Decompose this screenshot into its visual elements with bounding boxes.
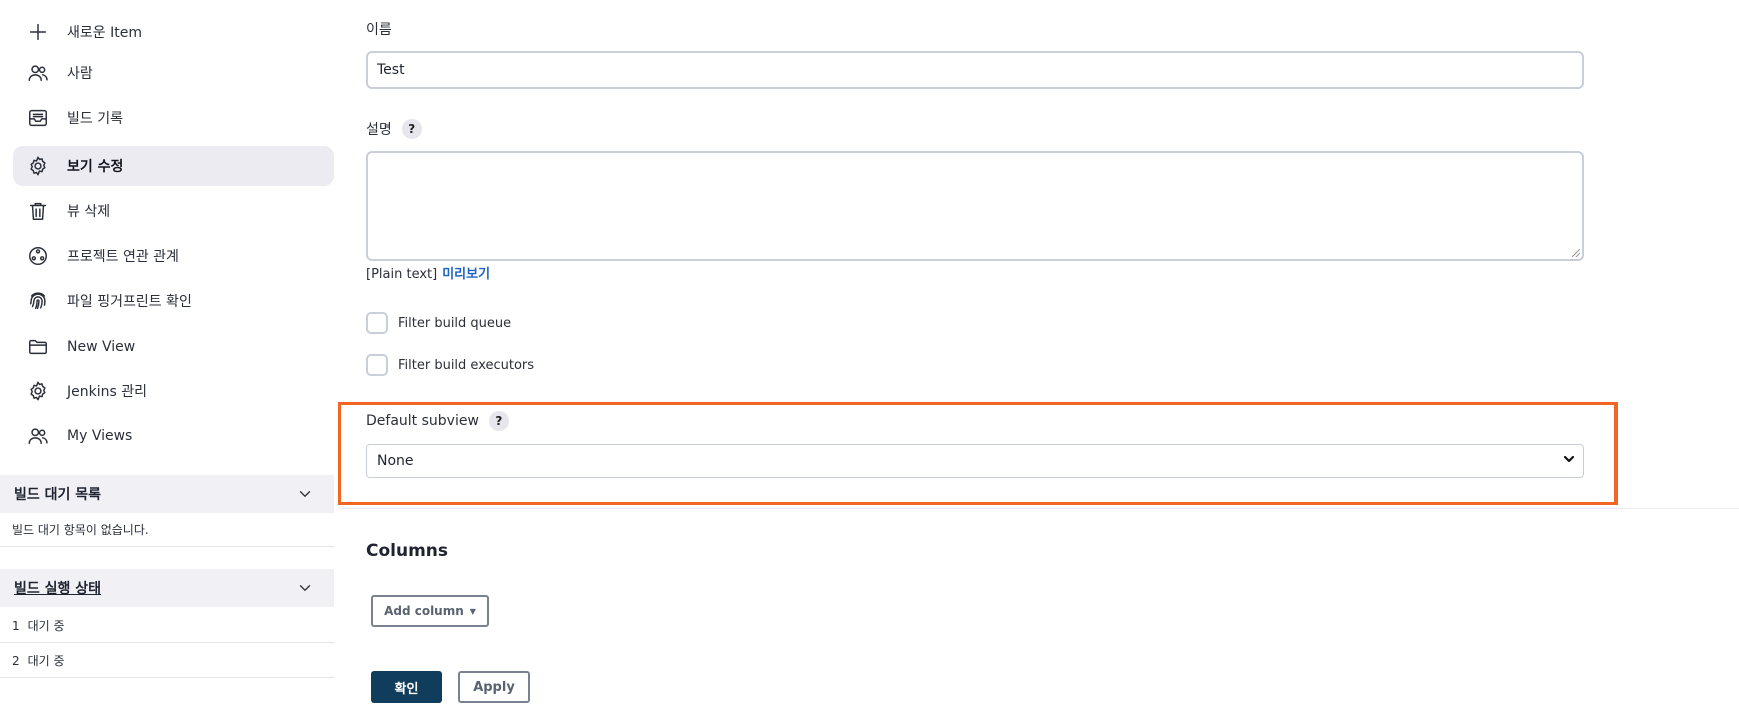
- help-icon[interactable]: ?: [401, 119, 422, 139]
- sidebar-item-my-views[interactable]: My Views: [13, 416, 334, 456]
- sidebar-item-new-item[interactable]: 새로운 Item: [13, 12, 334, 52]
- executor-state: 대기 중: [27, 654, 65, 668]
- preview-link[interactable]: 미리보기: [442, 267, 490, 282]
- people-icon: [27, 425, 49, 447]
- sidebar-item-label: 사람: [67, 66, 93, 82]
- sidebar-item-delete-view[interactable]: 뷰 삭제: [13, 191, 334, 231]
- columns-title: Columns: [366, 541, 449, 561]
- name-label: 이름: [366, 19, 392, 39]
- relationship-icon: [27, 245, 49, 267]
- default-subview-label: Default subview ?: [366, 411, 509, 431]
- chevron-down-icon[interactable]: [296, 485, 314, 503]
- name-field[interactable]: Test: [366, 51, 1584, 89]
- sidebar-item-new-view[interactable]: New View: [13, 327, 334, 367]
- build-queue-empty-text: 빌드 대기 항목이 없습니다.: [12, 523, 149, 537]
- sidebar-item-edit-view[interactable]: 보기 수정: [13, 146, 334, 186]
- filter-build-queue-row: Filter build queue: [366, 312, 511, 334]
- fingerprint-icon: [27, 290, 49, 312]
- add-column-button[interactable]: Add column ▼: [371, 595, 489, 627]
- executor-number: 2: [12, 653, 20, 668]
- sidebar-item-manage-jenkins[interactable]: Jenkins 관리: [13, 371, 334, 411]
- section-divider: [338, 508, 1739, 509]
- sidebar-item-label: 파일 핑거프린트 확인: [67, 294, 192, 310]
- executor-row: 2 대기 중: [0, 644, 334, 678]
- chevron-down-icon[interactable]: [296, 579, 314, 597]
- default-subview-select[interactable]: None: [366, 444, 1584, 478]
- filter-build-executors-row: Filter build executors: [366, 354, 534, 376]
- plus-icon: [27, 21, 49, 43]
- help-icon[interactable]: ?: [488, 411, 509, 431]
- name-label-text: 이름: [366, 22, 392, 38]
- gear-icon: [27, 155, 49, 177]
- sidebar: 새로운 Item 사람 빌드 기록 보기 수정 뷰 삭제 프로젝트 연관 관계: [0, 0, 334, 710]
- gear-icon: [27, 380, 49, 402]
- add-column-label: Add column: [384, 604, 464, 618]
- format-text: [Plain text]: [366, 267, 438, 282]
- sidebar-item-label: Jenkins 관리: [67, 384, 147, 400]
- sidebar-item-label: 새로운 Item: [67, 25, 142, 41]
- sidebar-item-label: My Views: [67, 428, 133, 444]
- sidebar-item-label: 보기 수정: [67, 159, 124, 175]
- sidebar-item-fingerprint[interactable]: 파일 핑거프린트 확인: [13, 281, 334, 321]
- filter-build-executors-checkbox[interactable]: [366, 354, 388, 376]
- sidebar-item-people[interactable]: 사람: [13, 53, 334, 93]
- resize-handle-icon[interactable]: [1572, 249, 1580, 257]
- executor-number: 1: [12, 618, 20, 633]
- sidebar-item-label: 빌드 기록: [67, 111, 123, 127]
- caret-down-icon: ▼: [469, 606, 476, 616]
- sidebar-item-label: New View: [67, 339, 136, 355]
- build-queue-empty: 빌드 대기 항목이 없습니다.: [0, 513, 334, 547]
- filter-build-executors-label: Filter build executors: [398, 357, 535, 373]
- sidebar-item-label: 뷰 삭제: [67, 204, 111, 220]
- filter-build-queue-checkbox[interactable]: [366, 312, 388, 334]
- default-subview-value: None: [377, 453, 414, 469]
- executor-state: 대기 중: [27, 619, 65, 633]
- executor-status-header: 빌드 실행 상태: [0, 569, 334, 607]
- description-label: 설명 ?: [366, 119, 422, 139]
- save-button[interactable]: 확인: [371, 671, 442, 703]
- trash-icon: [27, 200, 49, 222]
- build-queue-title: 빌드 대기 목록: [14, 487, 102, 503]
- chevron-down-icon: [1563, 453, 1575, 469]
- default-subview-label-text: Default subview: [366, 413, 479, 429]
- folder-icon: [27, 336, 49, 358]
- executor-row: 1 대기 중: [0, 609, 334, 643]
- executor-status-title[interactable]: 빌드 실행 상태: [14, 578, 101, 598]
- inbox-icon: [27, 107, 49, 129]
- sidebar-item-project-relationship[interactable]: 프로젝트 연관 관계: [13, 236, 334, 276]
- apply-button[interactable]: Apply: [458, 671, 530, 703]
- name-field-value: Test: [377, 62, 405, 78]
- description-label-text: 설명: [366, 122, 392, 138]
- filter-build-queue-label: Filter build queue: [398, 315, 512, 331]
- people-icon: [27, 62, 49, 84]
- build-queue-header: 빌드 대기 목록: [0, 475, 334, 513]
- description-format-row: [Plain text] 미리보기: [366, 263, 490, 282]
- sidebar-item-label: 프로젝트 연관 관계: [67, 249, 179, 265]
- description-textarea[interactable]: [366, 151, 1584, 261]
- sidebar-item-build-history[interactable]: 빌드 기록: [13, 98, 334, 138]
